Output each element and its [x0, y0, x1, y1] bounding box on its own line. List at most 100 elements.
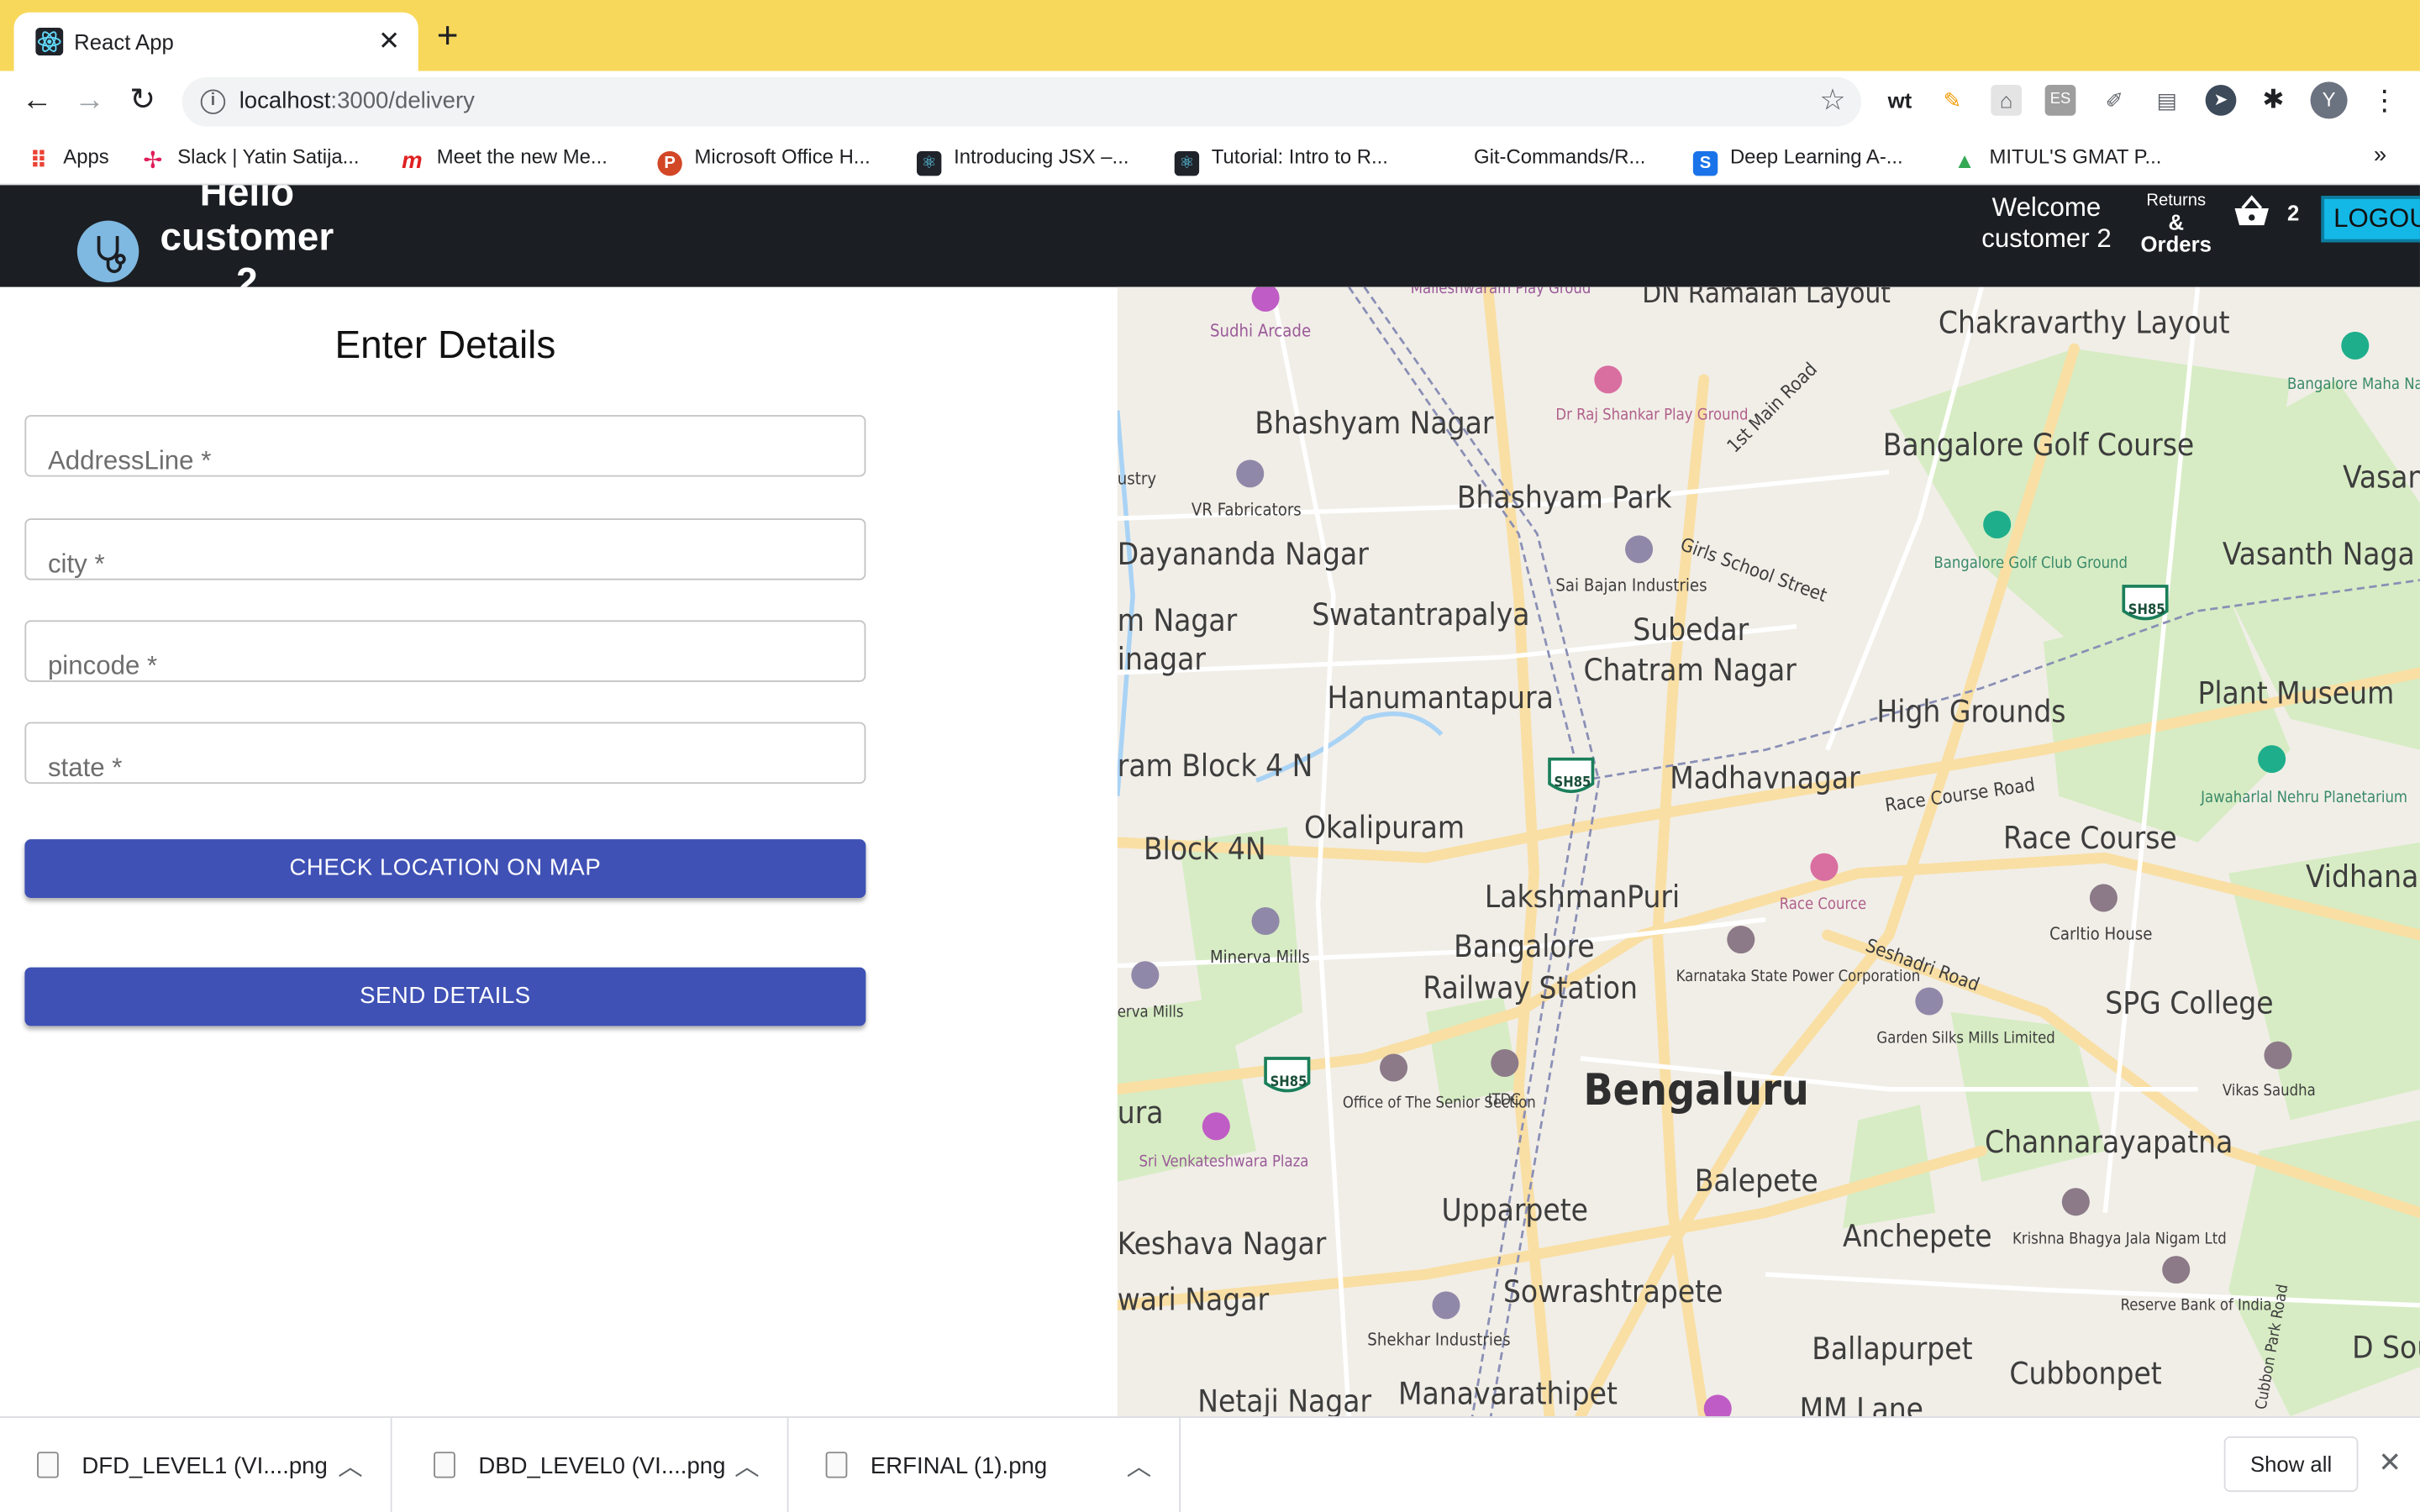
map-label: High Grounds: [1876, 694, 2065, 730]
map-label: Okalipuram: [1304, 809, 1465, 845]
bookmark-slack[interactable]: ✢ Slack | Yatin Satija...: [140, 145, 359, 175]
slack-icon: ✢: [143, 148, 163, 175]
bookmarks-bar: ⠿ Apps ✢ Slack | Yatin Satija... m Meet the…: [0, 132, 2420, 186]
extension-note-icon[interactable]: ✐: [2099, 85, 2130, 116]
map-label: Reserve Bank of India: [2121, 1296, 2272, 1314]
map-label: Bhashyam Park: [1457, 479, 1673, 515]
bookmark-jsx[interactable]: ⚛ Introducing JSX –...: [916, 144, 1129, 176]
show-all-button[interactable]: Show all: [2223, 1436, 2359, 1493]
send-details-button[interactable]: SEND DETAILS: [24, 967, 866, 1026]
address-line-field[interactable]: AddressLine *: [24, 415, 866, 477]
bookmark-gmat[interactable]: ▲ MITUL'S GMAT P...: [1952, 145, 2161, 173]
map-label: Sri Venkateshwara Plaza: [1139, 1153, 1308, 1171]
map-label: Balepete: [1695, 1163, 1818, 1199]
sh85-label: SH85: [2128, 601, 2165, 617]
react-icon: ⚛: [1174, 150, 1200, 176]
chevron-up-icon[interactable]: ︿: [734, 1446, 759, 1483]
react-icon: [35, 28, 64, 56]
map-label: inagar: [1118, 641, 1207, 677]
forward-arrow-icon[interactable]: →: [74, 83, 105, 117]
file-icon: [825, 1452, 848, 1478]
map-label: Seshadri Road: [1863, 936, 1982, 996]
stethoscope-logo-icon[interactable]: [76, 220, 139, 283]
chevron-up-icon[interactable]: ︿: [1127, 1446, 1151, 1483]
bookmark-deep-learning[interactable]: S Deep Learning A-...: [1692, 145, 1903, 176]
chevron-up-icon[interactable]: ︿: [338, 1446, 362, 1483]
wt-extension-icon[interactable]: wt: [1883, 85, 1917, 116]
bookmark-react-tutorial[interactable]: ⚛ Tutorial: Intro to R...: [1174, 145, 1388, 176]
map-label: Swatantrapalya: [1312, 596, 1529, 633]
drive-icon: ▲: [1954, 148, 1975, 173]
map-label: Girls School Street: [1677, 534, 1829, 606]
url-text: localhost:3000/delivery: [239, 88, 475, 114]
basket-icon[interactable]: [2232, 193, 2272, 234]
map-label: Hanumantapura: [1328, 680, 1554, 716]
bookmark-label: Microsoft Office H...: [694, 144, 871, 169]
map-label: erva Mills: [1118, 1003, 1184, 1021]
bookmark-apps[interactable]: ⠿ Apps: [26, 145, 109, 175]
bookmark-label: Slack | Yatin Satija...: [177, 144, 360, 169]
sh85-label: SH85: [1555, 774, 1591, 790]
map-label: Anchepete: [1843, 1218, 1992, 1254]
map-label: m Nagar: [1118, 602, 1238, 638]
bookmark-office[interactable]: P Microsoft Office H...: [657, 144, 871, 176]
browser-menu-icon[interactable]: ⋮: [2369, 85, 2400, 116]
extension-orange-icon[interactable]: ✎: [1937, 85, 1968, 116]
map-label: Bhashyam Nagar: [1255, 405, 1494, 441]
state-field[interactable]: state *: [24, 722, 866, 785]
download-item[interactable]: ERFINAL (1).png ︿: [789, 1417, 1181, 1512]
pincode-field[interactable]: pincode *: [24, 620, 866, 682]
map-label: Railway Station: [1423, 969, 1637, 1005]
s-logo-icon: S: [1692, 150, 1718, 176]
map-label: Shekhar Industries: [1367, 1330, 1510, 1350]
pincode-label: pincode *: [47, 651, 158, 680]
download-item[interactable]: DBD_LEVEL0 (VI....png ︿: [397, 1417, 789, 1512]
address-bar[interactable]: i localhost:3000/delivery ☆: [182, 76, 1862, 127]
state-input[interactable]: [26, 723, 865, 783]
downloads-shelf: DFD_LEVEL1 (VI....png ︿ DBD_LEVEL0 (VI..…: [0, 1416, 2420, 1512]
close-icon[interactable]: ✕: [2378, 1447, 2402, 1480]
city-field[interactable]: city *: [24, 518, 866, 580]
check-location-button[interactable]: CHECK LOCATION ON MAP: [24, 839, 866, 898]
city-input[interactable]: [26, 519, 865, 579]
bookmark-meet[interactable]: m Meet the new Me...: [400, 145, 608, 175]
extension-cursor-icon[interactable]: ➤: [2205, 85, 2237, 116]
react-icon: ⚛: [916, 150, 942, 176]
logout-button[interactable]: LOGOUT: [2321, 196, 2420, 243]
bookmark-star-icon[interactable]: ☆: [1819, 83, 1845, 118]
map-label: Vasan: [2343, 459, 2420, 495]
bookmark-label: Git-Commands/R...: [1474, 144, 1646, 169]
map-label: Vikas Saudha: [2223, 1082, 2316, 1100]
map-label: wari Nagar: [1118, 1281, 1270, 1317]
map-canvas[interactable]: DN Ramaiah Layout Chakravarthy Layout Ma…: [1117, 286, 2420, 1417]
map-view[interactable]: DN Ramaiah Layout Chakravarthy Layout Ma…: [1117, 286, 2420, 1417]
site-info-icon[interactable]: i: [200, 89, 226, 114]
map-label: Vasanth Naga: [2223, 536, 2415, 572]
bookmark-label: Introducing JSX –...: [954, 144, 1129, 169]
map-label: ustry: [1118, 469, 1157, 489]
back-arrow-icon[interactable]: ←: [22, 83, 53, 117]
extension-chat-icon[interactable]: ▤: [2151, 85, 2182, 116]
bookmark-git[interactable]: Git-Commands/R...: [1474, 145, 1645, 169]
download-filename: DFD_LEVEL1 (VI....png: [82, 1453, 328, 1480]
tab-title: React App: [74, 29, 174, 55]
bookmark-label: MITUL'S GMAT P...: [1989, 144, 2162, 169]
new-tab-button[interactable]: +: [437, 18, 459, 55]
returns-orders-link[interactable]: Returns & Orders: [2130, 190, 2223, 255]
bookmarks-overflow-icon[interactable]: »: [2374, 142, 2386, 168]
map-label: Race Cource: [1780, 895, 1866, 913]
browser-tab-strip: React App ✕ +: [0, 0, 2420, 71]
map-label: Race Course: [2003, 820, 2177, 856]
profile-avatar[interactable]: Y: [2310, 81, 2348, 119]
map-label: Manavarathipet: [1398, 1375, 1618, 1411]
map-label: Chatram Nagar: [1583, 652, 1797, 688]
browser-tab[interactable]: React App ✕: [13, 12, 418, 71]
download-item[interactable]: DFD_LEVEL1 (VI....png ︿: [0, 1417, 392, 1512]
extensions-puzzle-icon[interactable]: ✱: [2258, 85, 2289, 116]
extension-es-icon[interactable]: ES: [2044, 85, 2076, 116]
tab-close-icon[interactable]: ✕: [378, 26, 400, 57]
map-label: Sowrashtrapete: [1503, 1273, 1723, 1310]
extension-gray-icon[interactable]: ⌂: [1991, 85, 2023, 116]
map-label: D Sou: [2352, 1329, 2420, 1365]
reload-icon[interactable]: ↻: [129, 83, 155, 117]
